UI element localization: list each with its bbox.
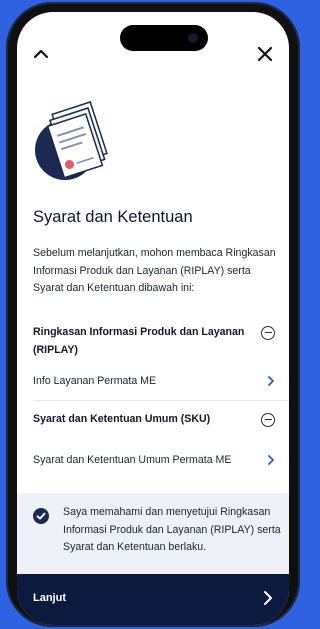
- dynamic-island: [120, 25, 208, 51]
- app-screen: Syarat dan Ketentuan Sebelum melanjutkan…: [17, 12, 289, 625]
- consent-checkbox[interactable]: [33, 508, 49, 524]
- link-info-layanan[interactable]: Info Layanan Permata ME: [33, 371, 289, 391]
- link-label: Syarat dan Ketentuan Umum Permata ME: [33, 454, 232, 466]
- consent-box: Saya memahami dan menyetujui Ringkasan I…: [17, 493, 289, 574]
- section-title-riplay: Ringkasan Informasi Produk dan Layanan (…: [33, 326, 245, 356]
- intro-text: Sebelum melanjutkan, mohon membaca Ringk…: [33, 247, 276, 294]
- consent-text: Saya memahami dan menyetujui Ringkasan I…: [63, 506, 281, 553]
- continue-button[interactable]: Lanjut: [17, 574, 289, 625]
- link-label: Info Layanan Permata ME: [33, 375, 157, 387]
- continue-label: Lanjut: [33, 592, 66, 604]
- camera-icon: [188, 33, 198, 43]
- link-sku[interactable]: Syarat dan Ketentuan Umum Permata ME: [33, 450, 289, 470]
- chevron-up-icon[interactable]: [31, 45, 51, 63]
- phone-frame: Syarat dan Ketentuan Sebelum melanjutkan…: [6, 2, 300, 627]
- checkmark-icon: [36, 512, 46, 520]
- minus-circle-icon[interactable]: [261, 326, 275, 340]
- divider: [33, 400, 289, 401]
- chevron-right-icon: [268, 376, 274, 386]
- close-icon[interactable]: [255, 45, 275, 63]
- minus-circle-icon[interactable]: [261, 413, 275, 427]
- chevron-right-icon: [264, 591, 272, 605]
- document-illustration: [31, 98, 117, 184]
- page-title: Syarat dan Ketentuan: [33, 208, 193, 226]
- chevron-right-icon: [268, 455, 274, 465]
- section-title-sku: Syarat dan Ketentuan Umum (SKU): [33, 413, 211, 425]
